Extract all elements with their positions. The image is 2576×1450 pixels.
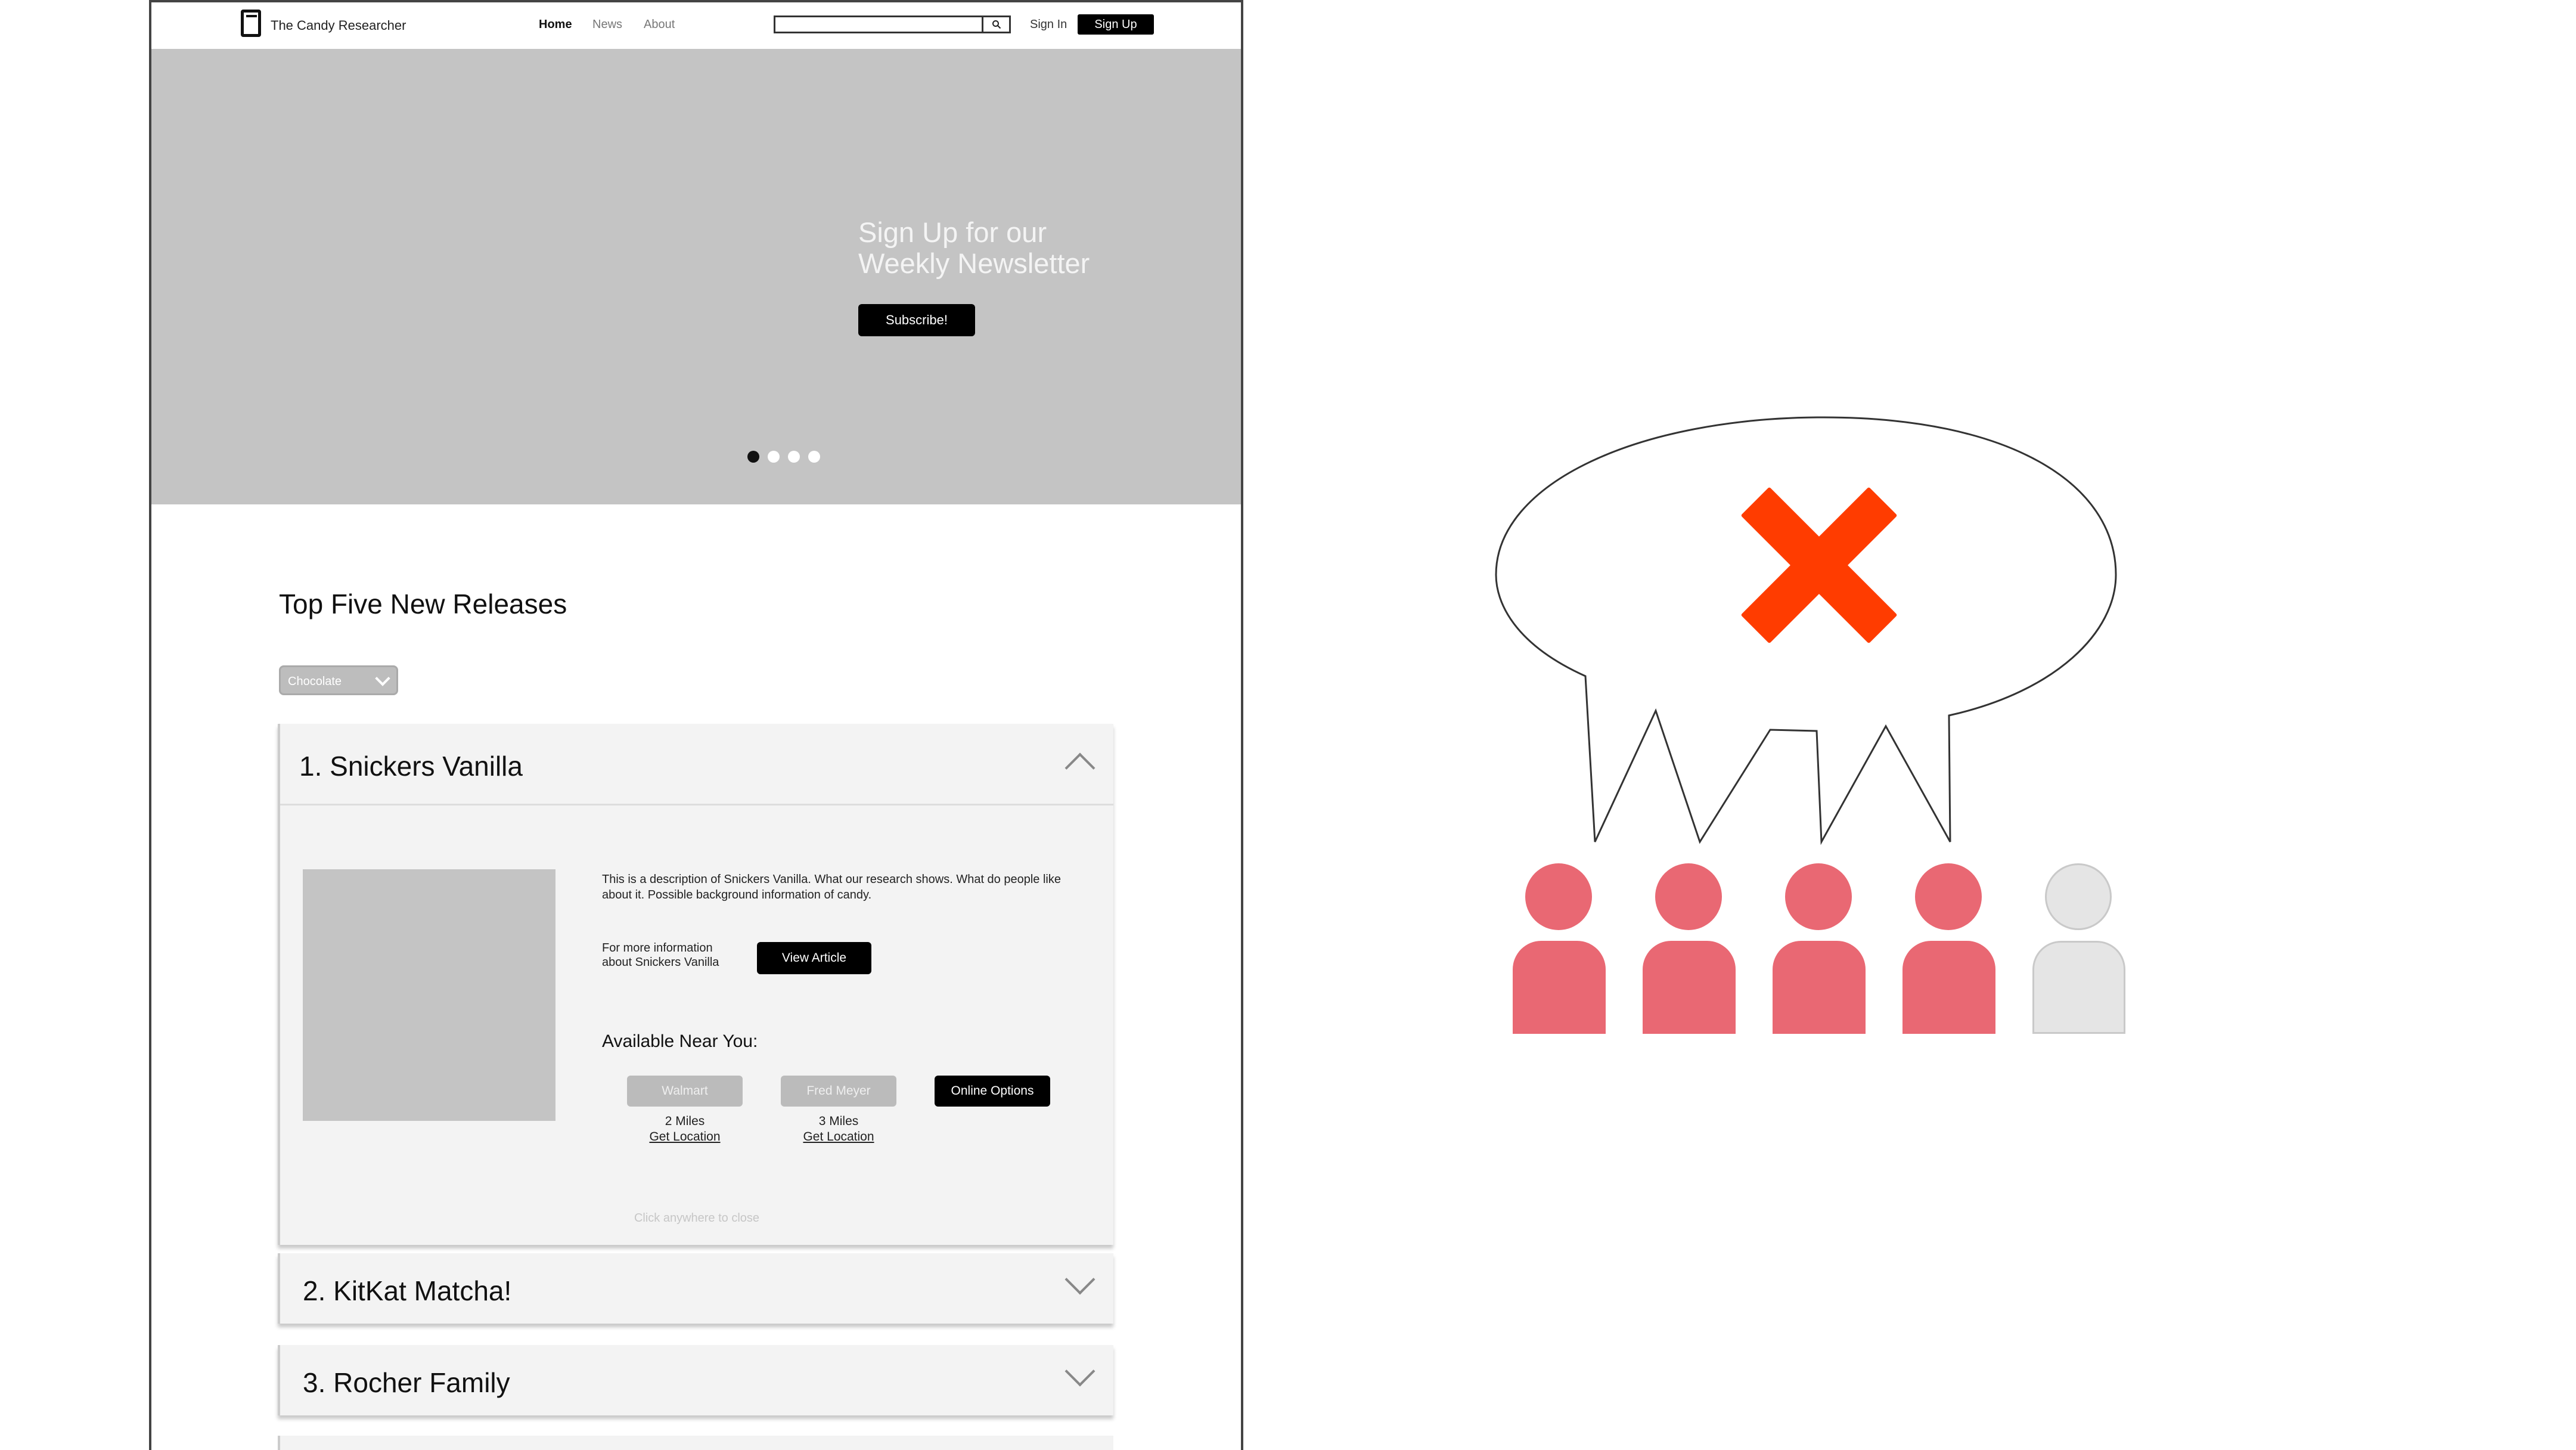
carousel-dot-3[interactable]	[788, 451, 800, 463]
person-icon-2	[1643, 863, 1736, 1034]
accordion-item-1: 1. Snickers Vanilla This is a descriptio…	[278, 724, 1113, 1245]
magnifier-icon	[992, 20, 1001, 29]
get-location-link[interactable]: Get Location	[627, 1129, 743, 1145]
accordion-item-3[interactable]: 3. Rocher Family	[278, 1345, 1113, 1415]
carousel-dot-4[interactable]	[808, 451, 820, 463]
search-button[interactable]	[982, 17, 1009, 32]
carousel-dot-1[interactable]	[747, 451, 759, 463]
person-icon-1	[1513, 863, 1606, 1034]
chevron-down-icon[interactable]	[1064, 1264, 1095, 1295]
candy-image-placeholder	[303, 869, 555, 1121]
accordion-title-1: 1. Snickers Vanilla	[299, 751, 523, 782]
available-near-you-label: Available Near You:	[602, 1031, 758, 1051]
person-icon-4	[1902, 863, 1995, 1034]
more-info-text: For more information about Snickers Vani…	[602, 941, 719, 969]
speech-bubble-illustration	[1495, 416, 2117, 845]
accordion-divider	[280, 804, 1113, 805]
carousel-dots	[747, 451, 820, 463]
store-distance: 2 Miles	[665, 1114, 705, 1128]
top-navigation: The Candy Researcher Home News About Sig…	[151, 2, 1241, 49]
accordion-header-1[interactable]: 1. Snickers Vanilla	[280, 724, 1113, 804]
store-button-fred-meyer[interactable]: Fred Meyer	[781, 1076, 896, 1107]
person-icon-3	[1773, 863, 1866, 1034]
subscribe-button[interactable]: Subscribe!	[858, 304, 975, 336]
section-title: Top Five New Releases	[279, 588, 567, 619]
get-location-link[interactable]: Get Location	[781, 1129, 896, 1145]
search-input[interactable]	[774, 16, 1011, 33]
view-article-button[interactable]: View Article	[757, 942, 871, 974]
sign-in-link[interactable]: Sign In	[1030, 18, 1067, 32]
nav-link-about[interactable]: About	[644, 18, 675, 32]
candy-description: This is a description of Snickers Vanill…	[602, 873, 1061, 901]
close-hint: Click anywhere to close	[634, 1212, 760, 1225]
chevron-down-icon[interactable]	[1064, 1356, 1095, 1387]
store-distance: 3 Miles	[818, 1114, 859, 1128]
hero-title-line-2: Weekly Newsletter	[858, 247, 1090, 279]
accordion-title-2: 2. KitKat Matcha!	[303, 1275, 512, 1306]
book-logo-icon[interactable]	[241, 10, 261, 37]
chevron-down-icon	[375, 671, 390, 686]
hero-banner: Sign Up for our Weekly Newsletter Subscr…	[151, 49, 1241, 504]
website-wireframe: The Candy Researcher Home News About Sig…	[149, 0, 1243, 1450]
person-icon-5-inactive	[2032, 863, 2125, 1034]
nav-link-home[interactable]: Home	[539, 18, 572, 32]
carousel-dot-2[interactable]	[768, 451, 780, 463]
hero-title-line-1: Sign Up for our	[858, 216, 1047, 248]
brand-name[interactable]: The Candy Researcher	[271, 18, 406, 33]
accordion-item-2[interactable]: 2. KitKat Matcha!	[278, 1253, 1113, 1324]
speech-bubble-outline	[1495, 416, 2117, 845]
accordion-title-3: 3. Rocher Family	[303, 1367, 510, 1398]
store-info-walmart: 2 Miles Get Location	[627, 1114, 743, 1145]
online-options-button[interactable]: Online Options	[935, 1076, 1050, 1107]
hero-title: Sign Up for our Weekly Newsletter	[858, 217, 1192, 279]
category-dropdown[interactable]: Chocolate	[279, 665, 398, 695]
nav-link-news[interactable]: News	[592, 18, 622, 32]
store-button-walmart[interactable]: Walmart	[627, 1076, 743, 1107]
chevron-up-icon[interactable]	[1064, 752, 1095, 783]
dropdown-value: Chocolate	[288, 675, 342, 688]
store-info-fred-meyer: 3 Miles Get Location	[781, 1114, 896, 1145]
sign-up-button[interactable]: Sign Up	[1078, 14, 1154, 35]
accordion-item-4-partial[interactable]	[278, 1436, 1113, 1450]
